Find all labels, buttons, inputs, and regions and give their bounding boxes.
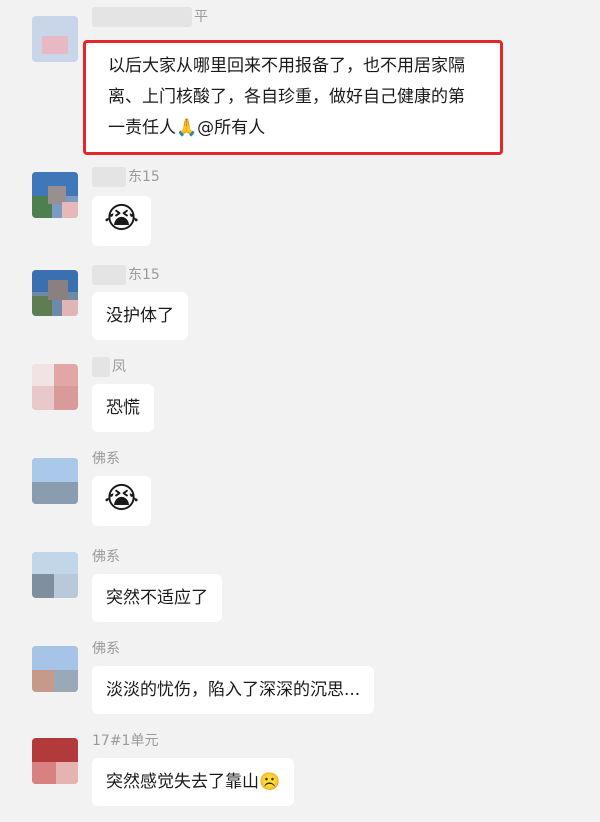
avatar[interactable]	[32, 552, 78, 598]
sender-name: 17#1单元	[92, 733, 159, 749]
avatar[interactable]	[32, 364, 78, 410]
message-bubble[interactable]: 😭	[92, 476, 152, 526]
message-text: 淡淡的忧伤，陷入了深深的沉思...	[106, 680, 361, 700]
message-text: 以后大家从哪里回来不用报备了，也不用居家隔离、上门核酸了，各自珍重，做好自己健康…	[108, 56, 465, 138]
sender-name: 佛系	[92, 451, 120, 467]
message-bubble[interactable]: 恐慌	[92, 384, 154, 432]
avatar[interactable]	[32, 172, 78, 218]
message-bubble[interactable]: 淡淡的忧伤，陷入了深深的沉思...	[92, 666, 375, 714]
sender-name: 东15	[92, 264, 160, 285]
avatar[interactable]	[32, 16, 78, 62]
message-text: 没护体了	[106, 306, 174, 326]
message-bubble[interactable]: 没护体了	[92, 292, 188, 340]
sender-name: 东15	[92, 166, 160, 187]
avatar[interactable]	[32, 738, 78, 784]
avatar[interactable]	[32, 458, 78, 504]
sender-name: 凤	[92, 356, 126, 377]
sender-name: 平	[92, 6, 208, 27]
message-text: 突然不适应了	[106, 588, 208, 608]
avatar[interactable]	[32, 646, 78, 692]
message-text: 突然感觉失去了靠山☹️	[106, 772, 281, 792]
message-bubble[interactable]: 以后大家从哪里回来不用报备了，也不用居家隔离、上门核酸了，各自珍重，做好自己健康…	[83, 40, 503, 155]
crying-emoji-icon: 😭	[104, 201, 140, 236]
message-bubble[interactable]: 😭	[92, 196, 152, 246]
message-bubble[interactable]: 突然感觉失去了靠山☹️	[92, 758, 295, 806]
crying-emoji-icon: 😭	[104, 481, 140, 516]
message-bubble[interactable]: 突然不适应了	[92, 574, 222, 622]
sender-name: 佛系	[92, 641, 120, 657]
message-text: 恐慌	[106, 398, 140, 418]
avatar[interactable]	[32, 270, 78, 316]
sender-name: 佛系	[92, 549, 120, 565]
